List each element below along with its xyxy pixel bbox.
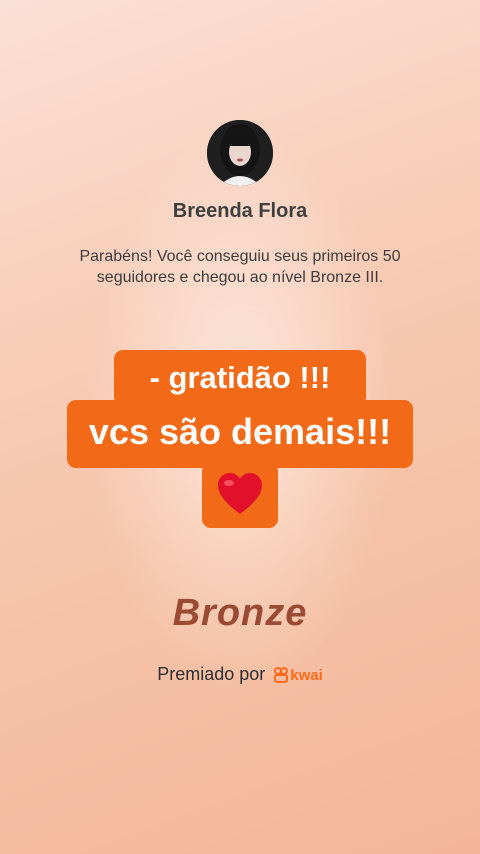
awarded-by-label: Premiado por xyxy=(157,664,266,684)
profile-photo-icon xyxy=(207,120,273,186)
heart-icon xyxy=(216,462,264,533)
caption-sticker: - gratidão !!! vcs são demais!!! xyxy=(0,350,480,528)
kwai-logo: kwai xyxy=(274,667,323,684)
user-name: Breenda Flora xyxy=(172,200,308,222)
kwai-logo-icon xyxy=(274,667,289,684)
caption-heart xyxy=(202,462,278,528)
achievement-message: Parabéns! Você conseguiu seus primeiros … xyxy=(79,248,401,286)
caption-line-1: - gratidão !!! xyxy=(114,350,366,406)
avatar[interactable] xyxy=(207,120,273,186)
caption-line-2: vcs são demais!!! xyxy=(67,400,413,468)
kwai-brand-text: kwai xyxy=(290,666,323,684)
level-title: Bronze xyxy=(172,592,308,634)
awarded-by: Premiado por kwai xyxy=(0,664,480,685)
